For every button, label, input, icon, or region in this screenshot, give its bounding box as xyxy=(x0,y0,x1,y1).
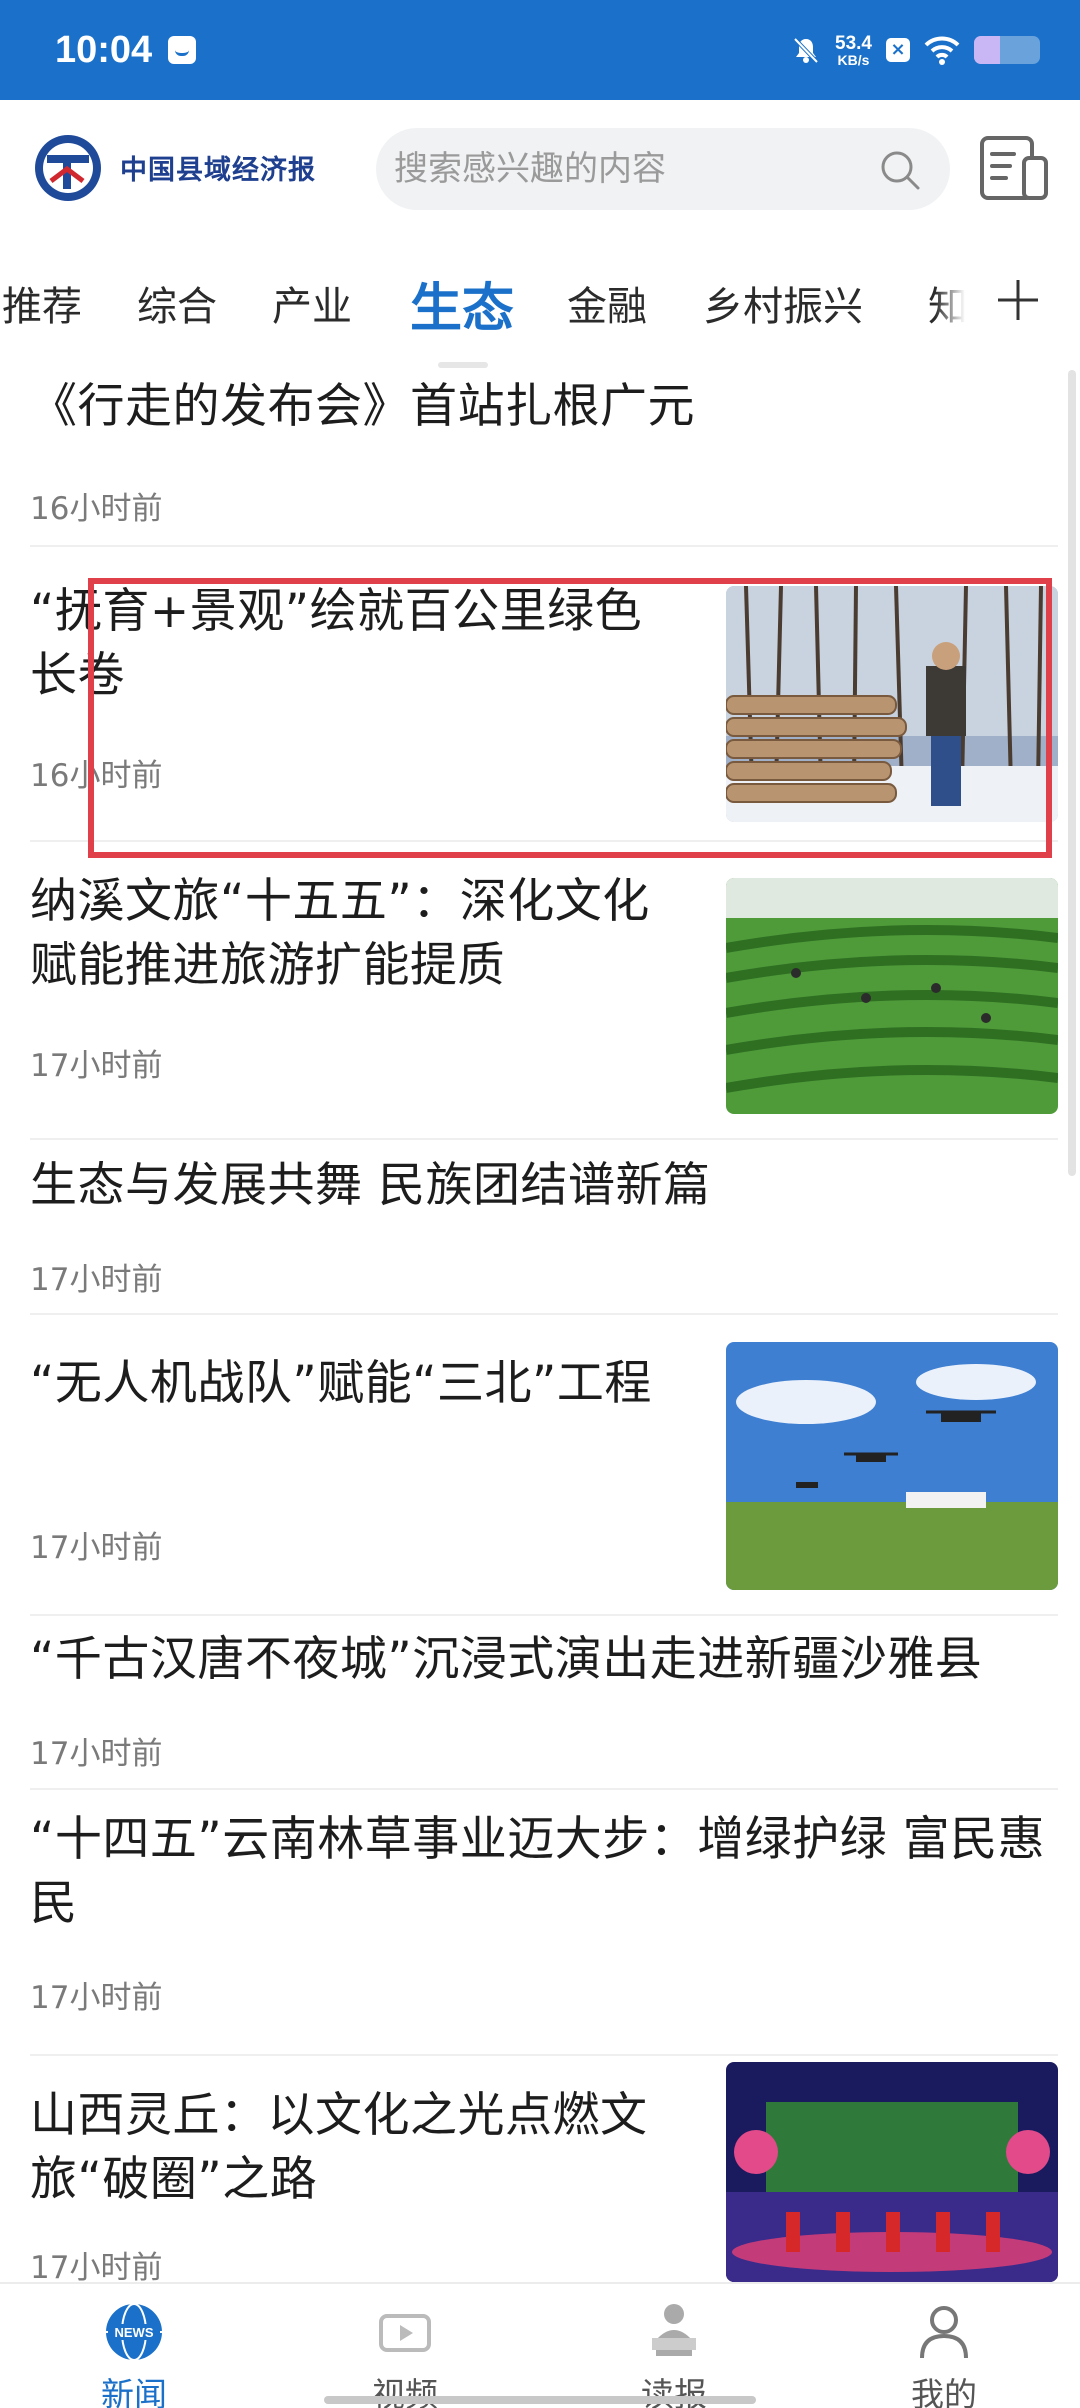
tab-industry[interactable]: 产业 xyxy=(272,274,352,332)
news-item[interactable]: “十四五”云南林草事业迈大步：增绿护绿 富民惠民 17小时前 xyxy=(30,1798,1058,2056)
news-time: 17小时前 xyxy=(30,1736,163,1772)
tab-general[interactable]: 综合 xyxy=(137,274,217,332)
news-item[interactable]: “无人机战队”赋能“三北”工程 17小时前 xyxy=(30,1338,1058,1616)
news-title: 山西灵丘：以文化之光点燃文旅“破圈”之路 xyxy=(30,2088,648,2207)
status-bar: 10:04 53.4 KB/s × xyxy=(0,0,1080,100)
nav-video[interactable]: 视频 xyxy=(335,2300,475,2408)
wifi-icon xyxy=(924,36,960,65)
message-notification-icon xyxy=(168,36,197,64)
nav-news[interactable]: NEWS 新闻 xyxy=(64,2300,204,2408)
epaper-icon[interactable] xyxy=(978,134,1052,204)
nav-profile[interactable]: 我的 xyxy=(874,2300,1014,2408)
scrollbar[interactable] xyxy=(1068,370,1076,1176)
news-title: 《行走的发布会》首站扎根广元 xyxy=(30,379,695,434)
news-time: 17小时前 xyxy=(30,2250,163,2286)
app-logo-text: 中国县域经济报 xyxy=(120,155,316,186)
stage-performance-image xyxy=(726,2062,1058,2282)
news-thumbnail xyxy=(726,878,1058,1114)
nav-reader[interactable]: 读报 xyxy=(604,2300,744,2408)
nav-label: 我的 xyxy=(911,2375,977,2408)
tab-fade xyxy=(935,266,975,346)
user-icon xyxy=(920,2306,968,2359)
network-speed-unit: KB/s xyxy=(837,51,870,68)
news-time: 16小时前 xyxy=(30,758,163,794)
news-item[interactable]: “千古汉唐不夜城”沉浸式演出走进新疆沙雅县 17小时前 xyxy=(30,1618,1058,1790)
search-bar[interactable] xyxy=(376,128,950,210)
status-time: 10:04 xyxy=(55,28,153,71)
add-channel-icon[interactable] xyxy=(994,276,1042,324)
tab-rural-revitalization[interactable]: 乡村振兴 xyxy=(703,274,863,332)
nav-label: 新闻 xyxy=(101,2375,167,2408)
battery-icon xyxy=(974,36,1040,64)
news-title: 纳溪文旅“十五五”：深化文化赋能推进旅游扩能提质 xyxy=(30,874,650,993)
drones-grassland-image xyxy=(726,1342,1058,1590)
news-time: 17小时前 xyxy=(30,1048,163,1084)
network-speed: 53.4 KB/s xyxy=(835,34,872,67)
tab-recommend[interactable]: 推荐 xyxy=(2,274,82,332)
news-time: 16小时前 xyxy=(30,491,163,527)
bottom-nav: NEWS 新闻 视频 读报 我的 xyxy=(0,2282,1080,2408)
news-globe-icon: NEWS xyxy=(106,2303,162,2361)
mute-bell-icon xyxy=(793,37,819,64)
news-thumbnail xyxy=(726,1342,1058,1590)
network-speed-value: 53.4 xyxy=(835,32,872,54)
search-input[interactable] xyxy=(394,149,834,189)
news-title: “千古汉唐不夜城”沉浸式演出走进新疆沙雅县 xyxy=(30,1632,983,1687)
news-thumbnail xyxy=(726,586,1058,822)
reader-icon xyxy=(652,2304,696,2356)
news-item[interactable]: 山西灵丘：以文化之光点燃文旅“破圈”之路 17小时前 xyxy=(30,2062,1058,2292)
tea-plantation-image xyxy=(726,878,1058,1114)
news-item[interactable]: 纳溪文旅“十五五”：深化文化赋能推进旅游扩能提质 17小时前 xyxy=(30,870,1058,1140)
battery-level xyxy=(974,36,1001,64)
search-icon[interactable] xyxy=(878,148,922,192)
news-time: 17小时前 xyxy=(30,1262,163,1298)
news-time: 17小时前 xyxy=(30,1980,163,2016)
news-item[interactable]: “抚育+景观”绘就百公里绿色长卷 16小时前 xyxy=(30,580,1058,842)
svg-text:NEWS: NEWS xyxy=(115,2325,154,2340)
sim-off-icon: × xyxy=(886,38,910,62)
video-icon xyxy=(379,2314,431,2352)
news-item[interactable]: 《行走的发布会》首站扎根广元 16小时前 xyxy=(30,375,1058,547)
news-thumbnail xyxy=(726,2062,1058,2282)
tab-ecology[interactable]: 生态 xyxy=(410,266,514,341)
news-time: 17小时前 xyxy=(30,1530,163,1566)
news-title: “抚育+景观”绘就百公里绿色长卷 xyxy=(30,584,643,703)
news-title: “十四五”云南林草事业迈大步：增绿护绿 富民惠民 xyxy=(30,1812,1046,1931)
forest-logging-image xyxy=(726,586,1058,822)
channel-tabs: 推荐 综合 产业 生态 金融 乡村振兴 知 xyxy=(0,260,1080,350)
tab-drag-indicator xyxy=(438,362,488,368)
news-title: 生态与发展共舞 民族团结谱新篇 xyxy=(30,1158,711,1213)
home-indicator[interactable] xyxy=(324,2396,756,2404)
logo-icon xyxy=(35,135,101,201)
news-item[interactable]: 生态与发展共舞 民族团结谱新篇 17小时前 xyxy=(30,1140,1058,1315)
news-title: “无人机战队”赋能“三北”工程 xyxy=(30,1356,652,1411)
tab-finance[interactable]: 金融 xyxy=(567,274,647,332)
